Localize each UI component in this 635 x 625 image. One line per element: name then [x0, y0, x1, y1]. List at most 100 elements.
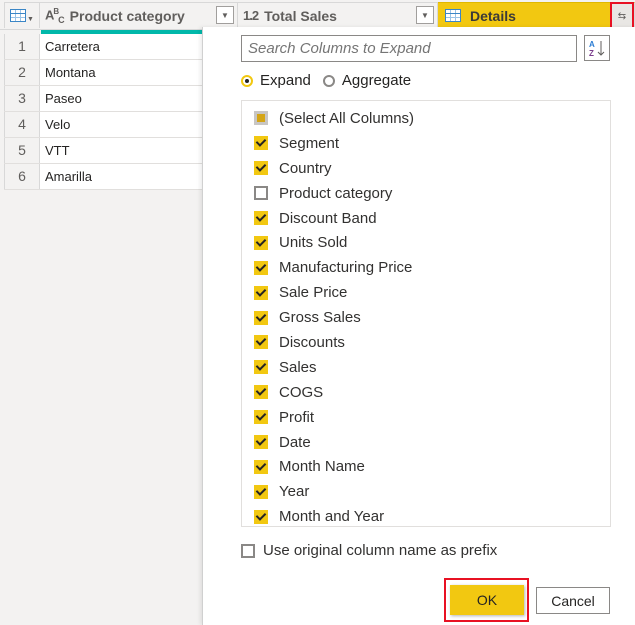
row-number: 1 — [4, 34, 40, 59]
column-label: Sales — [279, 358, 317, 376]
sort-az-button[interactable]: A Z — [584, 35, 610, 61]
column-checkbox-item[interactable]: Units Sold — [242, 230, 610, 255]
mode-radio-group: Expand Aggregate — [241, 72, 423, 89]
column-checkbox-item[interactable]: COGS — [242, 380, 610, 405]
table-icon — [10, 9, 27, 22]
table-type-icon — [445, 9, 461, 22]
search-columns-input[interactable] — [241, 35, 577, 62]
column-header-row: ▼ ABC Product category ▼ 1.2 Total Sales… — [0, 0, 635, 30]
row-number: 2 — [4, 60, 40, 85]
column-label: (Select All Columns) — [279, 109, 415, 127]
column-label: Date — [279, 433, 311, 451]
column-header-total-sales[interactable]: 1.2 Total Sales ▼ — [238, 2, 438, 28]
table-row[interactable]: 2 Montana — [4, 60, 202, 86]
column-checkbox-item[interactable]: Sales — [242, 355, 610, 380]
checkbox-unchecked-icon — [254, 186, 268, 201]
table-row[interactable]: 6 Amarilla — [4, 164, 202, 190]
column-label: Units Sold — [279, 234, 348, 252]
column-label: Country — [279, 159, 332, 177]
expand-columns-popup: A Z Expand Aggregate (Select All Columns… — [202, 27, 635, 625]
checkbox-checked-icon — [254, 136, 268, 151]
svg-text:A: A — [589, 40, 595, 49]
column-checkbox-item[interactable]: Year — [242, 479, 610, 504]
column-checkbox-item[interactable]: Discount Band — [242, 206, 610, 231]
table-row[interactable]: 5 VTT — [4, 138, 202, 164]
column-checkbox-item[interactable]: Month and Year — [242, 504, 610, 529]
chevron-down-icon: ▼ — [27, 16, 34, 23]
ok-button[interactable]: OK — [450, 585, 524, 615]
checkbox-checked-icon — [254, 385, 268, 400]
row-number: 5 — [4, 138, 40, 163]
cancel-button[interactable]: Cancel — [536, 587, 610, 614]
checkbox-checked-icon — [254, 235, 268, 250]
column-label: COGS — [279, 383, 324, 401]
column-checkbox-item[interactable]: Country — [242, 156, 610, 181]
cell[interactable]: VTT — [40, 138, 202, 163]
checkbox-checked-icon — [254, 459, 268, 474]
column-label: Month and Year — [279, 508, 385, 526]
expand-arrows-icon: ⇆ — [617, 10, 627, 22]
column-label: Segment — [279, 134, 340, 152]
column-label: Sale Price — [279, 284, 348, 302]
column-title: Product category — [69, 7, 185, 24]
table-row[interactable]: 4 Velo — [4, 112, 202, 138]
column-filter-dropdown[interactable]: ▼ — [416, 6, 434, 24]
column-label: Profit — [279, 408, 315, 426]
svg-text:Z: Z — [589, 49, 594, 57]
checkbox-checked-icon — [254, 161, 268, 176]
column-header-product-category[interactable]: ABC Product category ▼ — [40, 2, 238, 28]
column-checkbox-item[interactable]: Discounts — [242, 330, 610, 355]
checkbox-checked-icon — [254, 509, 268, 524]
checkbox-checked-icon — [254, 310, 268, 325]
prefix-checkbox[interactable]: Use original column name as prefix — [241, 542, 497, 559]
aggregate-radio[interactable]: Aggregate — [322, 72, 412, 89]
column-label: Gross Sales — [279, 309, 361, 327]
checkbox-partial-icon — [254, 111, 268, 126]
column-label: Product category — [279, 184, 393, 202]
table-row[interactable]: 3 Paseo — [4, 86, 202, 112]
column-checkbox-item[interactable]: Segment — [242, 131, 610, 156]
checkbox-checked-icon — [254, 435, 268, 450]
decimal-type-icon: 1.2 — [243, 8, 259, 23]
expand-radio[interactable]: Expand — [241, 72, 311, 89]
column-checkbox-item[interactable]: Sale Price — [242, 280, 610, 305]
column-checkbox-item[interactable]: Month Name — [242, 454, 610, 479]
cell[interactable]: Paseo — [40, 86, 202, 111]
column-title: Total Sales — [264, 7, 337, 24]
checkbox-checked-icon — [254, 260, 268, 275]
column-checkbox-item[interactable]: Date — [242, 430, 610, 455]
column-checkbox-item[interactable]: Profit — [242, 405, 610, 430]
column-label: Year — [279, 483, 310, 501]
expand-column-button[interactable]: ⇆ — [610, 2, 634, 30]
column-label: Manufacturing Price — [279, 259, 413, 277]
text-type-icon: ABC — [45, 6, 65, 25]
column-checkbox-item[interactable]: Gross Sales — [242, 305, 610, 330]
column-checkbox-item[interactable]: Manufacturing Price — [242, 255, 610, 280]
radio-unselected-icon — [322, 74, 335, 87]
checkbox-checked-icon — [254, 410, 268, 425]
column-label: Discounts — [279, 333, 345, 351]
row-number: 6 — [4, 164, 40, 189]
column-header-details[interactable]: Details ⇆ — [438, 2, 635, 30]
table-row[interactable]: 1 Carretera — [4, 34, 202, 60]
cell[interactable]: Amarilla — [40, 164, 202, 189]
column-checkbox-list[interactable]: (Select All Columns) Segment Country Produc… — [241, 100, 611, 527]
select-all-checkbox[interactable]: (Select All Columns) — [242, 106, 610, 131]
cell[interactable]: Carretera — [40, 34, 202, 59]
cell[interactable]: Montana — [40, 60, 202, 85]
table-menu-button[interactable]: ▼ — [4, 2, 40, 28]
column-checkbox-item[interactable]: Product category — [242, 181, 610, 206]
radio-label: Aggregate — [341, 72, 412, 89]
column-title: Details — [470, 7, 516, 24]
radio-label: Expand — [260, 72, 311, 89]
column-filter-dropdown[interactable]: ▼ — [216, 6, 234, 24]
row-number: 3 — [4, 86, 40, 111]
sort-ascending-icon: A Z — [589, 40, 605, 57]
cell[interactable]: Velo — [40, 112, 202, 137]
data-grid: 1 Carretera 2 Montana 3 Paseo 4 Velo 5 VTT 6A… — [4, 34, 202, 190]
checkbox-checked-icon — [254, 211, 268, 225]
checkbox-checked-icon — [254, 285, 268, 300]
checkbox-checked-icon — [254, 484, 268, 499]
checkbox-checked-icon — [254, 360, 268, 375]
checkbox-unchecked-icon — [241, 543, 255, 558]
